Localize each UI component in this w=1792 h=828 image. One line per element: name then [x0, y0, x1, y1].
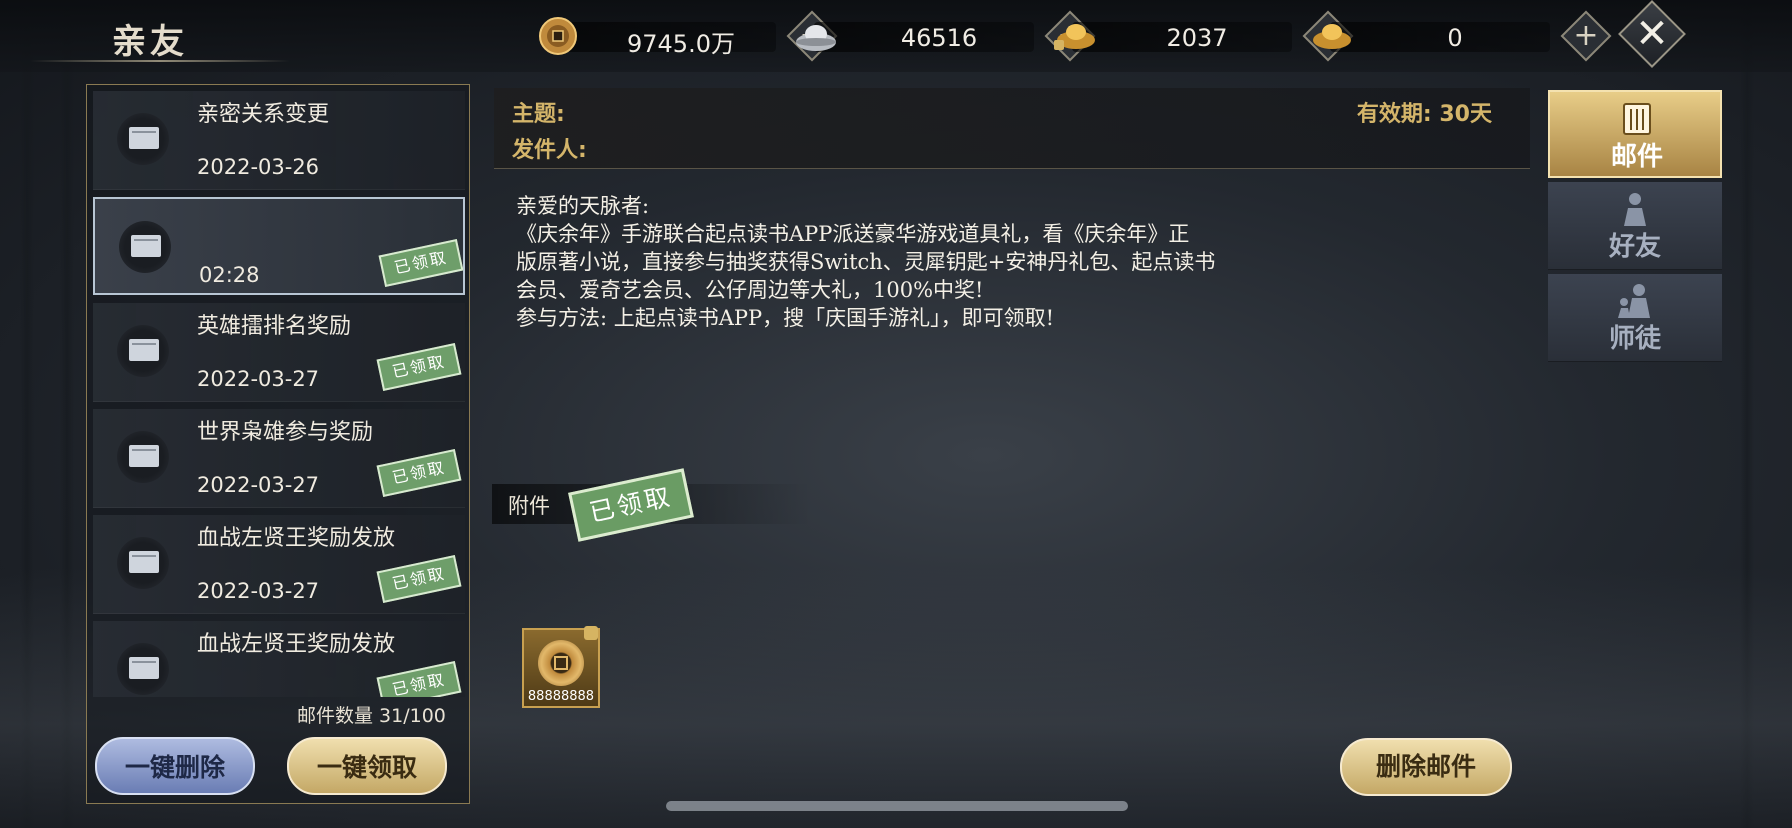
mail-body-line: 参与方法: 上起点读书APP，搜「庆国手游礼」，即可领取! — [516, 306, 1055, 330]
validity-period: 有效期: 30天 — [1356, 102, 1492, 127]
close-button[interactable]: ✕ — [1618, 0, 1686, 68]
copper-coin-icon — [539, 17, 577, 55]
envelope-icon — [129, 339, 159, 361]
delete-all-button[interactable]: 一键删除 — [95, 737, 255, 795]
envelope-icon — [129, 551, 159, 573]
top-bar: 亲友 9745.0万 + 46516 + 2037 + — [0, 0, 1792, 72]
currency-value: 9745.0万 — [627, 30, 735, 58]
envelope-icon — [129, 657, 159, 679]
mail-list-item[interactable]: 亲密关系变更 2022-03-26 — [93, 91, 465, 190]
mail-list[interactable]: 亲密关系变更 2022-03-26 02:28 已领取 英雄擂排名奖励 2022… — [93, 91, 465, 697]
mail-list-item[interactable]: 世界枭雄参与奖励 2022-03-27 已领取 — [93, 409, 465, 508]
tab-master-apprentice[interactable]: 师徒 — [1548, 274, 1722, 362]
envelope-icon — [129, 127, 159, 149]
mail-list-item[interactable]: 血战左贤王奖励发放 已领取 — [93, 621, 465, 697]
page-title: 亲友 — [112, 22, 188, 62]
currency-value: 0 — [1447, 24, 1463, 52]
mail-title: 亲密关系变更 — [197, 102, 330, 127]
envelope-icon — [129, 445, 159, 467]
add-gold-button[interactable]: + — [1560, 10, 1612, 62]
close-icon: ✕ — [1635, 10, 1669, 57]
mail-date: 02:28 — [199, 263, 260, 287]
mail-body-line: 亲爱的天脉者: — [516, 194, 650, 218]
currency-value: 2037 — [1166, 24, 1228, 52]
attachment-claimed-stamp: 已领取 — [568, 468, 694, 542]
mail-date: 2022-03-27 — [197, 367, 320, 391]
mail-detail-panel: 主题: 发件人: 有效期: 30天 亲爱的天脉者: 《庆余年》手游联合起点读书A… — [492, 88, 1532, 808]
mail-count: 邮件数量 31/100 — [297, 705, 446, 727]
claim-all-button[interactable]: 一键领取 — [287, 737, 447, 795]
envelope-icon — [131, 235, 161, 257]
mail-list-panel: 亲密关系变更 2022-03-26 02:28 已领取 英雄擂排名奖励 2022… — [86, 84, 470, 804]
claimed-stamp: 已领取 — [378, 239, 464, 287]
mail-list-item[interactable]: 英雄擂排名奖励 2022-03-27 已领取 — [93, 303, 465, 402]
mail-list-item[interactable]: 02:28 已领取 — [93, 197, 465, 295]
claimed-stamp: 已领取 — [376, 661, 462, 697]
friend-figure-icon — [1624, 193, 1646, 226]
claimed-stamp: 已领取 — [376, 343, 462, 391]
mail-body-line: 会员、爱奇艺会员、公仔周边等大礼，100%中奖! — [516, 278, 984, 302]
locked-gold-ingot-icon — [1054, 24, 1095, 50]
mail-body: 亲爱的天脉者: 《庆余年》手游联合起点读书APP派送豪华游戏道具礼，看《庆余年》… — [516, 192, 1336, 332]
mail-date: 2022-03-27 — [197, 579, 320, 603]
mail-title: 血战左贤王奖励发放 — [197, 526, 396, 551]
mail-body-line: 版原著小说，直接参与抽奖获得Switch、灵犀钥匙+安神丹礼包、起点读书 — [516, 250, 1216, 274]
mail-date: 2022-03-27 — [197, 473, 320, 497]
title-underline — [30, 60, 290, 62]
tab-label: 邮件 — [1610, 142, 1663, 172]
mail-title: 血战左贤王奖励发放 — [197, 632, 396, 657]
delete-mail-button[interactable]: 删除邮件 — [1340, 738, 1512, 796]
attachment-label: 附件 — [508, 494, 550, 518]
lock-icon — [584, 626, 598, 640]
mail-scroll-icon — [1623, 103, 1651, 135]
gold-ingot-icon — [1313, 24, 1351, 49]
currency-value: 46516 — [900, 24, 978, 52]
mail-title: 世界枭雄参与奖励 — [197, 420, 374, 445]
item-quantity: 88888888 — [527, 689, 595, 704]
subject-label: 主题: — [512, 102, 565, 127]
copper-coin-icon — [538, 640, 584, 686]
master-apprentice-icon — [1618, 284, 1650, 318]
attachment-item[interactable]: 88888888 — [522, 626, 600, 708]
claimed-stamp: 已领取 — [376, 555, 462, 603]
mail-title: 英雄擂排名奖励 — [197, 314, 352, 339]
mail-list-item[interactable]: 血战左贤王奖励发放 2022-03-27 已领取 — [93, 515, 465, 614]
mail-header: 主题: 发件人: 有效期: 30天 — [494, 88, 1530, 169]
claimed-stamp: 已领取 — [376, 449, 462, 497]
tab-mail[interactable]: 邮件 — [1548, 90, 1722, 178]
tab-label: 好友 — [1608, 232, 1661, 262]
home-indicator — [666, 801, 1128, 811]
silver-ingot-icon — [796, 25, 836, 51]
mail-body-line: 《庆余年》手游联合起点读书APP派送豪华游戏道具礼，看《庆余年》正 — [516, 222, 1190, 246]
tab-label: 师徒 — [1608, 324, 1661, 354]
mail-date: 2022-03-26 — [197, 155, 320, 179]
sender-label: 发件人: — [512, 138, 587, 163]
tab-friends[interactable]: 好友 — [1548, 182, 1722, 270]
